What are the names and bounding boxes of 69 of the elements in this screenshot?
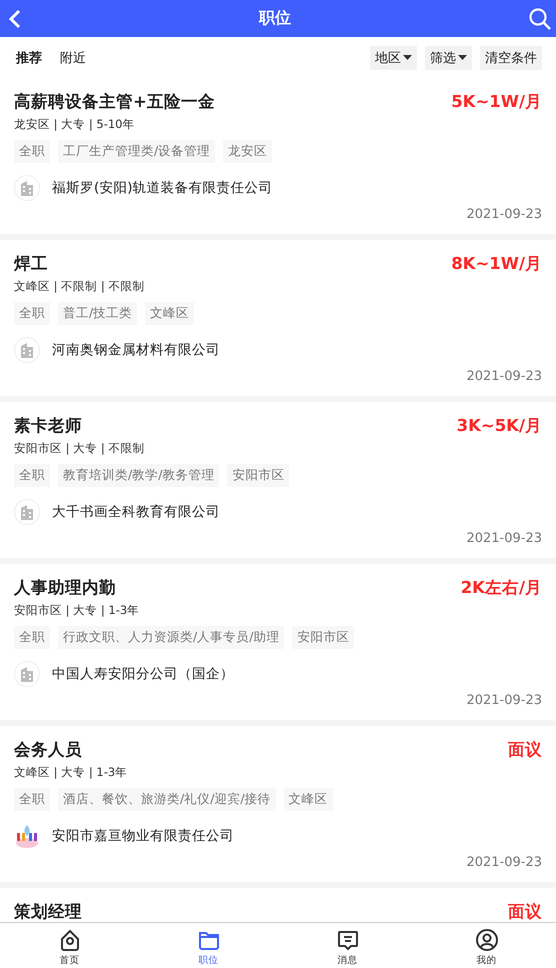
caret-icon bbox=[403, 55, 412, 60]
page-title: 职位 bbox=[259, 8, 291, 29]
nav-tab[interactable]: 首页 bbox=[0, 923, 139, 968]
post-date: 2021-09-23 bbox=[466, 693, 542, 708]
post-date: 2021-09-23 bbox=[466, 207, 542, 222]
job-card[interactable]: 素卡老师 3K~5K/月 安阳市区 | 大专 | 不限制 全职 教育培训类/教学/教务管理 安阳市区 大千书画全科教育有限公司 2021-09-23 bbox=[0, 402, 556, 558]
tab[interactable]: 附近 bbox=[60, 48, 86, 66]
job-card[interactable]: 会务人员 面议 文峰区 | 大专 | 1-3年 全职 酒店、餐饮、旅游类/礼仪/迎宾/接待 文峰区 安阳市嘉亘物业有限责任公司 2021-09-23 bbox=[0, 726, 556, 882]
job-details: 文峰区 | 大专 | 1-3年 bbox=[14, 765, 128, 780]
job-card[interactable]: 人事助理内勤 2K左右/月 安阳市区 | 大专 | 1-3年 全职 行政文职、人力资源类/人事专员/助理 安阳市区 中国人寿安阳分公司（国企） 2021-09-23 bbox=[0, 564, 556, 720]
job-tag: 教育培训类/教学/教务管理 bbox=[58, 464, 220, 487]
job-title: 策划经理 bbox=[14, 901, 82, 922]
building-icon bbox=[14, 337, 40, 363]
company-name: 大千书画全科教育有限公司 bbox=[52, 503, 220, 521]
job-tag: 文峰区 bbox=[145, 302, 194, 325]
filter-dropdown[interactable]: 筛选 bbox=[425, 46, 472, 70]
job-tag: 安阳市区 bbox=[227, 464, 290, 487]
clear-filters-button[interactable]: 清空条件 bbox=[480, 46, 542, 70]
job-tag: 普工/技工类 bbox=[58, 302, 138, 325]
job-details: 文峰区 | 不限制 | 不限制 bbox=[14, 279, 146, 294]
nav-tab[interactable]: 我的 bbox=[417, 923, 556, 968]
job-title: 素卡老师 bbox=[14, 415, 82, 437]
filter-dropdown[interactable]: 地区 bbox=[370, 46, 417, 70]
post-date: 2021-09-23 bbox=[466, 855, 542, 870]
job-tag: 全职 bbox=[14, 626, 50, 649]
job-title: 人事助理内勤 bbox=[14, 577, 116, 599]
building-icon bbox=[14, 499, 40, 525]
company-name: 安阳市嘉亘物业有限责任公司 bbox=[52, 827, 234, 845]
job-tag: 酒店、餐饮、旅游类/礼仪/迎宾/接待 bbox=[58, 788, 276, 811]
company-name: 福斯罗(安阳)轨道装备有限责任公司 bbox=[52, 179, 273, 197]
tab[interactable]: 推荐 bbox=[16, 48, 42, 66]
company-name: 河南奥钢金属材料有限公司 bbox=[52, 341, 220, 359]
salary: 面议 bbox=[508, 739, 542, 761]
job-details: 安阳市区 | 大专 | 1-3年 bbox=[14, 603, 140, 618]
job-tag: 文峰区 bbox=[284, 788, 333, 811]
job-title: 高薪聘设备主管+五险一金 bbox=[14, 91, 215, 113]
job-tag: 安阳市区 bbox=[292, 626, 354, 649]
company-logo-icon bbox=[14, 823, 40, 849]
building-icon bbox=[14, 175, 40, 201]
job-tag: 全职 bbox=[14, 140, 50, 163]
salary: 8K~1W/月 bbox=[451, 253, 542, 275]
nav-tab[interactable]: 消息 bbox=[278, 923, 417, 968]
job-card[interactable]: 焊工 8K~1W/月 文峰区 | 不限制 | 不限制 全职 普工/技工类 文峰区 河南奥钢金属材料有限公司 2021-09-23 bbox=[0, 240, 556, 396]
search-button[interactable] bbox=[528, 6, 552, 30]
salary: 5K~1W/月 bbox=[451, 91, 542, 113]
back-button[interactable] bbox=[8, 8, 22, 28]
job-tag: 全职 bbox=[14, 464, 50, 487]
caret-icon bbox=[458, 55, 467, 60]
user-icon bbox=[474, 928, 498, 952]
nav-tab[interactable]: 职位 bbox=[139, 923, 278, 968]
job-details: 龙安区 | 大专 | 5-10年 bbox=[14, 117, 136, 132]
job-tag: 全职 bbox=[14, 788, 50, 811]
job-card[interactable]: 高薪聘设备主管+五险一金 5K~1W/月 龙安区 | 大专 | 5-10年 全职 工厂生产管理类/设备管理 龙安区 福斯罗(安阳)轨道装备有限责任公司 2021-09-23 bbox=[0, 78, 556, 234]
job-card[interactable]: 策划经理 面议 bbox=[0, 888, 556, 922]
salary: 3K~5K/月 bbox=[456, 415, 542, 437]
salary: 面议 bbox=[508, 901, 542, 922]
company-name: 中国人寿安阳分公司（国企） bbox=[52, 665, 234, 683]
job-title: 焊工 bbox=[14, 253, 48, 275]
job-details: 安阳市区 | 大专 | 不限制 bbox=[14, 441, 146, 456]
post-date: 2021-09-23 bbox=[466, 531, 542, 546]
job-tag: 工厂生产管理类/设备管理 bbox=[58, 140, 216, 163]
job-tag: 全职 bbox=[14, 302, 50, 325]
post-date: 2021-09-23 bbox=[466, 369, 542, 384]
job-tag: 行政文职、人力资源类/人事专员/助理 bbox=[58, 626, 284, 649]
building-icon bbox=[14, 661, 40, 687]
message-icon bbox=[336, 928, 360, 952]
job-title: 会务人员 bbox=[14, 739, 82, 761]
salary: 2K左右/月 bbox=[460, 577, 542, 599]
job-tag: 龙安区 bbox=[223, 140, 272, 163]
